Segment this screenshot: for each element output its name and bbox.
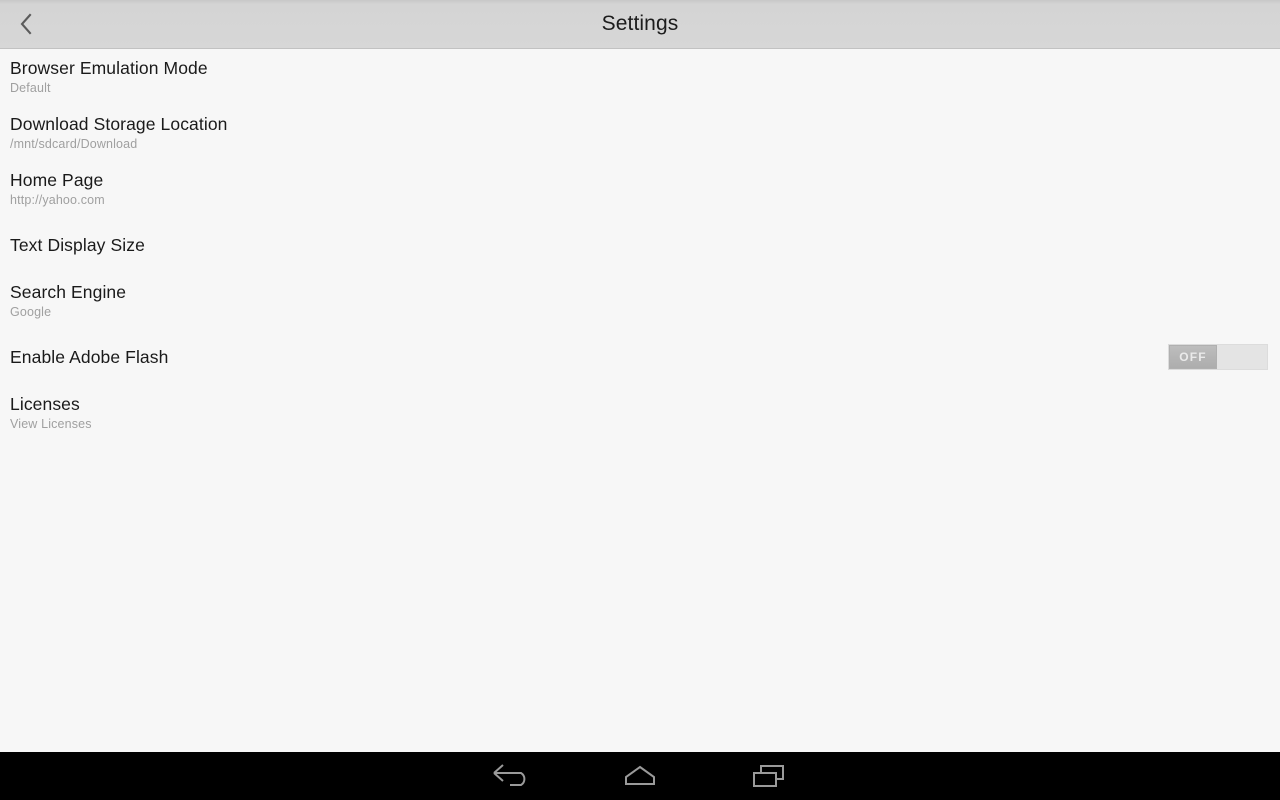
nav-back-button[interactable] [464, 752, 560, 800]
pref-summary: http://yahoo.com [10, 193, 105, 207]
pref-title: Text Display Size [10, 234, 145, 255]
pref-licenses[interactable]: Licenses View Licenses [0, 385, 1280, 441]
pref-title: Licenses [10, 394, 80, 414]
back-arrow-icon [490, 762, 534, 790]
pref-title: Search Engine [10, 282, 127, 302]
nav-recent-apps-button[interactable] [721, 752, 817, 800]
adobe-flash-toggle-switch[interactable]: OFF [1168, 344, 1268, 370]
toggle-thumb: OFF [1169, 345, 1217, 369]
page-title: Settings [601, 12, 679, 35]
pref-download-storage-location[interactable]: Download Storage Location /mnt/sdcard/Do… [0, 105, 1280, 161]
pref-home-page[interactable]: Home Page http://yahoo.com [0, 161, 1280, 217]
pref-enable-adobe-flash[interactable]: Enable Adobe Flash OFF [0, 329, 1280, 385]
pref-title: Browser Emulation Mode [10, 58, 208, 78]
pref-summary: View Licenses [10, 417, 92, 431]
toggle-state-label: OFF [1179, 350, 1207, 364]
pref-widget-container: OFF [1168, 344, 1268, 370]
pref-summary: Google [10, 305, 52, 319]
pref-title: Download Storage Location [10, 114, 228, 134]
system-navigation-bar [0, 752, 1280, 800]
home-icon [618, 762, 662, 790]
pref-title: Enable Adobe Flash [10, 346, 169, 367]
pref-summary: Default [10, 81, 51, 95]
preference-list: Browser Emulation Mode Default Download … [0, 49, 1280, 752]
nav-home-button[interactable] [592, 752, 688, 800]
settings-screen: Settings Browser Emulation Mode Default … [0, 0, 1280, 800]
pref-text-display-size[interactable]: Text Display Size [0, 217, 1280, 273]
pref-search-engine[interactable]: Search Engine Google [0, 273, 1280, 329]
pref-title: Home Page [10, 170, 104, 190]
pref-browser-emulation-mode[interactable]: Browser Emulation Mode Default [0, 49, 1280, 105]
pref-summary: /mnt/sdcard/Download [10, 137, 138, 151]
recent-apps-icon [747, 762, 791, 790]
action-bar: Settings [0, 0, 1280, 49]
